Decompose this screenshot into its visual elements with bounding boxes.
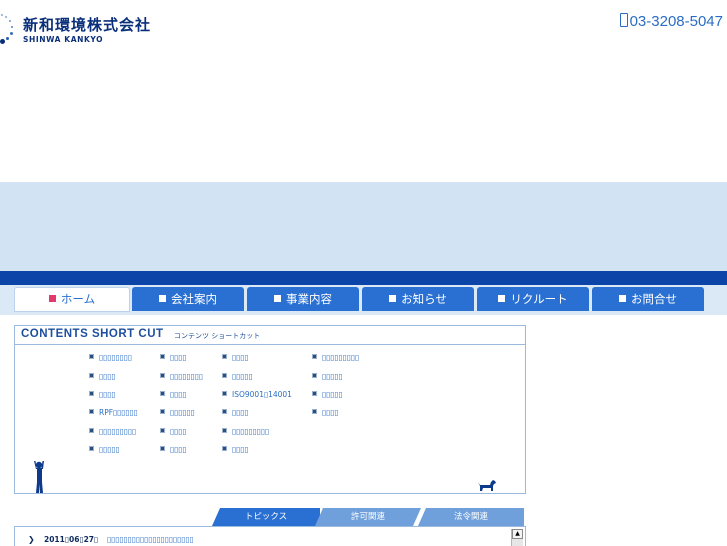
bullet-icon xyxy=(160,373,165,378)
shortcut-link[interactable]: ▯▯▯▯▯ xyxy=(312,390,343,399)
active-square-icon xyxy=(48,295,56,302)
bullet-icon xyxy=(312,391,317,396)
nav-band xyxy=(0,271,727,285)
topics-tabs: トピックス 許可関連 法令関連 xyxy=(14,507,524,526)
shortcut-link[interactable]: ▯▯▯▯▯▯▯▯▯ xyxy=(89,427,136,436)
shortcut-header: CONTENTS SHORT CUT コンテンツ ショートカット xyxy=(15,326,525,345)
shortcut-link[interactable]: ▯▯▯▯▯▯▯▯ xyxy=(160,372,203,381)
shortcut-link[interactable]: ▯▯▯▯▯ xyxy=(89,445,120,454)
global-nav: ホーム 会社案内 事業内容 お知らせ リクルート お問合せ xyxy=(14,287,714,313)
phone-number-text: 03-3208-5047 xyxy=(629,13,723,30)
bullet-icon xyxy=(312,373,317,378)
bullet-icon xyxy=(160,391,165,396)
bullet-icon xyxy=(89,373,94,378)
phone-icon xyxy=(619,13,628,27)
square-icon xyxy=(619,295,626,302)
shortcut-link[interactable]: ▯▯▯▯▯▯ xyxy=(160,408,195,417)
tab-laws[interactable]: 法令関連 xyxy=(418,508,524,526)
bullet-icon xyxy=(222,446,227,451)
bullet-icon xyxy=(89,428,94,433)
shortcut-title: CONTENTS SHORT CUT xyxy=(21,328,164,340)
logo-text-jp: 新和環境株式会社 xyxy=(23,16,152,34)
bullet-icon xyxy=(160,354,165,359)
bullet-icon xyxy=(222,373,227,378)
shortcut-link[interactable]: ▯▯▯▯▯ xyxy=(222,372,253,381)
bullet-icon xyxy=(222,409,227,414)
bullet-icon xyxy=(160,428,165,433)
nav-tab-business[interactable]: 事業内容 xyxy=(247,287,359,311)
square-icon xyxy=(159,295,166,302)
logo[interactable]: 新和環境株式会社 SHINWA KANKYO xyxy=(0,10,200,50)
shortcut-link[interactable]: ▯▯▯▯ xyxy=(222,445,249,454)
bullet-icon xyxy=(89,391,94,396)
bullet-icon xyxy=(160,446,165,451)
shortcut-link[interactable]: ▯▯▯▯ xyxy=(89,390,116,399)
nav-tab-company[interactable]: 会社案内 xyxy=(132,287,244,311)
shortcut-link-rpf[interactable]: RPF▯▯▯▯▯▯ xyxy=(89,408,138,417)
square-icon xyxy=(389,295,397,302)
shortcut-link[interactable]: ▯▯▯▯ xyxy=(89,372,116,381)
tab-topics[interactable]: トピックス xyxy=(212,508,320,526)
shortcut-link[interactable]: ▯▯▯▯ xyxy=(160,390,187,399)
bullet-icon xyxy=(222,428,227,433)
bullet-icon xyxy=(222,391,227,396)
shortcut-link[interactable]: ▯▯▯▯ xyxy=(160,353,187,362)
shortcut-subtitle: コンテンツ ショートカット xyxy=(174,332,261,340)
square-icon xyxy=(498,295,506,302)
topics-list: ❯ 2011▯06▯27▯ ▯▯▯▯▯▯▯▯▯▯▯▯▯▯▯▯▯▯▯▯▯ ▲ xyxy=(14,526,526,546)
bullet-icon xyxy=(222,354,227,359)
nav-tab-home[interactable]: ホーム xyxy=(14,287,130,312)
bullet-icon xyxy=(312,409,317,414)
shortcut-link[interactable]: ▯▯▯▯▯▯▯▯ xyxy=(89,353,132,362)
logo-dots-icon xyxy=(0,14,18,44)
tab-permits[interactable]: 許可関連 xyxy=(315,508,421,526)
shortcut-link[interactable]: ▯▯▯▯ xyxy=(312,408,339,417)
bullet-icon xyxy=(312,354,317,359)
phone-number: 03-3208-5047 xyxy=(619,13,723,30)
shortcut-link[interactable]: ▯▯▯▯▯▯▯▯▯ xyxy=(222,427,269,436)
shortcut-link[interactable]: ▯▯▯▯▯ xyxy=(312,372,343,381)
contents-shortcut-panel: CONTENTS SHORT CUT コンテンツ ショートカット ▯▯▯▯▯▯▯… xyxy=(14,325,526,494)
shortcut-link[interactable]: ▯▯▯▯ xyxy=(160,445,187,454)
bullet-icon xyxy=(89,409,94,414)
shortcut-link[interactable]: ▯▯▯▯▯▯▯▯▯ xyxy=(312,353,359,362)
nav-tab-news[interactable]: お知らせ xyxy=(362,287,474,311)
shortcut-link[interactable]: ▯▯▯▯ xyxy=(222,353,249,362)
bullet-icon xyxy=(160,409,165,414)
topics-scrollbar[interactable]: ▲ xyxy=(511,529,523,546)
scroll-up-arrow-icon[interactable]: ▲ xyxy=(512,529,523,539)
shortcut-link[interactable]: ▯▯▯▯ xyxy=(222,408,249,417)
dog-illustration-icon xyxy=(478,480,496,491)
hero-banner xyxy=(0,182,727,271)
shortcut-link-iso[interactable]: ISO9001▯14001 xyxy=(222,390,292,399)
shortcut-link[interactable]: ▯▯▯▯ xyxy=(160,427,187,436)
bullet-icon xyxy=(89,446,94,451)
bullet-icon xyxy=(89,354,94,359)
square-icon xyxy=(274,295,281,302)
topic-date: 2011▯06▯27▯ xyxy=(44,535,99,544)
nav-tab-contact[interactable]: お問合せ xyxy=(592,287,704,311)
nav-tab-recruit[interactable]: リクルート xyxy=(477,287,589,311)
logo-text-en: SHINWA KANKYO xyxy=(23,35,104,44)
topic-title-link[interactable]: ▯▯▯▯▯▯▯▯▯▯▯▯▯▯▯▯▯▯▯▯▯ xyxy=(107,535,194,544)
person-illustration-icon xyxy=(34,461,44,493)
arrow-right-icon: ❯ xyxy=(28,535,35,544)
